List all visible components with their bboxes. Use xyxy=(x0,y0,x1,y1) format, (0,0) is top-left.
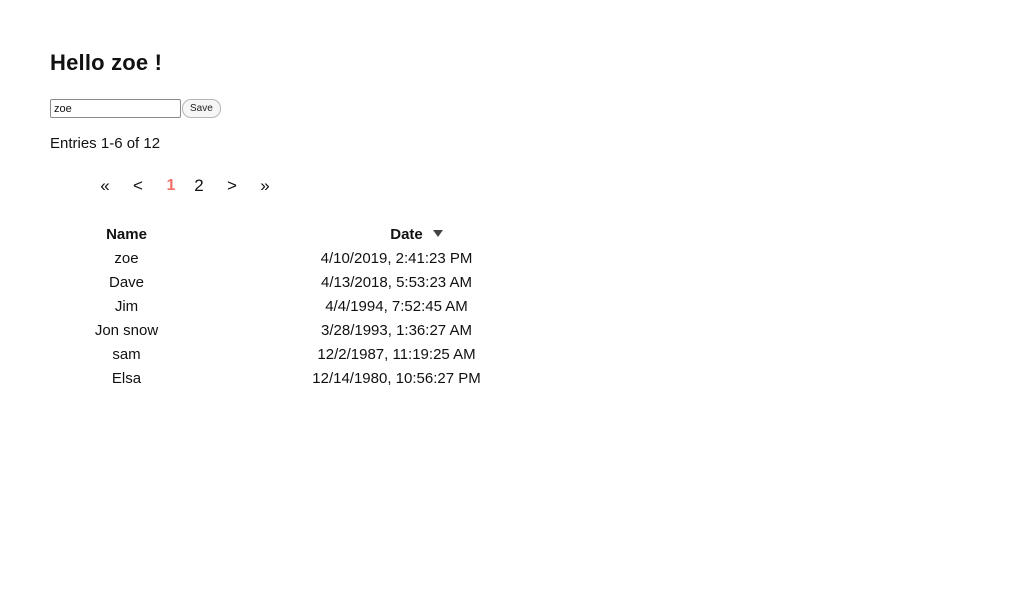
name-input[interactable] xyxy=(50,99,181,118)
name-cell: Dave xyxy=(108,273,145,291)
table-row: zoe 4/10/2019, 2:41:23 PM xyxy=(50,246,590,270)
name-column-label: Name xyxy=(106,225,147,243)
current-page-indicator[interactable]: 1 xyxy=(167,177,176,195)
greeting-heading: Hello zoe ! xyxy=(50,50,163,75)
name-cell: Jim xyxy=(114,297,139,315)
date-sort-control[interactable]: Date xyxy=(390,226,443,243)
table-header-row: Name Date xyxy=(50,222,590,246)
name-cell: sam xyxy=(112,345,141,363)
name-cell: zoe xyxy=(114,249,139,267)
table-row: Dave 4/13/2018, 5:53:23 AM xyxy=(50,270,590,294)
name-column-header[interactable]: Name xyxy=(50,222,203,246)
entries-table: Name Date zoe 4/10/2019, 2:41:23 PM Dave… xyxy=(50,222,590,390)
date-cell: 4/4/1994, 7:52:45 AM xyxy=(325,297,468,315)
date-column-header[interactable]: Date xyxy=(203,222,590,246)
date-column-label: Date xyxy=(390,225,423,243)
table-row: sam 12/2/1987, 11:19:25 AM xyxy=(50,342,590,366)
page-2-link[interactable]: 2 xyxy=(194,176,203,196)
name-cell: Elsa xyxy=(111,369,142,387)
next-page-link[interactable]: > xyxy=(227,176,237,196)
previous-page-link[interactable]: < xyxy=(133,176,143,196)
first-page-link[interactable]: « xyxy=(100,176,109,196)
name-form: Save xyxy=(50,99,221,118)
name-cell: Jon snow xyxy=(94,321,159,339)
date-cell: 12/14/1980, 10:56:27 PM xyxy=(312,369,481,387)
sort-desc-triangle-icon xyxy=(432,229,443,237)
entries-count-text: Entries 1-6 of 12 xyxy=(50,135,161,152)
date-cell: 4/10/2019, 2:41:23 PM xyxy=(320,249,473,267)
date-cell: 12/2/1987, 11:19:25 AM xyxy=(317,345,476,363)
last-page-link[interactable]: » xyxy=(260,176,269,196)
date-cell: 3/28/1993, 1:36:27 AM xyxy=(321,321,472,339)
page: Hello zoe ! Save Entries 1-6 of 12 « < 1… xyxy=(0,0,1024,600)
table-row: Elsa 12/14/1980, 10:56:27 PM xyxy=(50,366,590,390)
date-cell: 4/13/2018, 5:53:23 AM xyxy=(321,273,472,291)
save-button[interactable]: Save xyxy=(182,99,221,118)
table-row: Jim 4/4/1994, 7:52:45 AM xyxy=(50,294,590,318)
table-row: Jon snow 3/28/1993, 1:36:27 AM xyxy=(50,318,590,342)
